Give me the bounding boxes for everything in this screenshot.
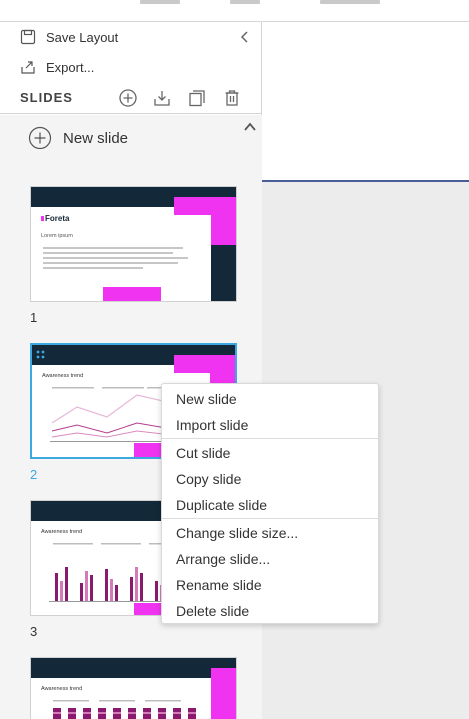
menu-divider bbox=[162, 518, 378, 519]
menu-item-delete-slide[interactable]: Delete slide bbox=[176, 602, 249, 620]
slide-4-bar-stripe bbox=[188, 712, 196, 714]
slides-title: SLIDES bbox=[20, 90, 73, 105]
slide-4-bar-stripe bbox=[128, 712, 136, 714]
slide-3-bar bbox=[140, 573, 143, 601]
collapse-panel-icon[interactable] bbox=[238, 30, 252, 44]
slide-4-heading: Awareness trend bbox=[41, 686, 82, 692]
menu-item-copy-slide[interactable]: Copy slide bbox=[176, 470, 241, 488]
scroll-up-icon[interactable] bbox=[243, 121, 257, 133]
duplicate-slide-icon[interactable] bbox=[187, 88, 207, 108]
context-menu: New slide Import slide Cut slide Copy sl… bbox=[161, 383, 379, 624]
slide-4-bar-stripe bbox=[158, 712, 166, 714]
blurred-text bbox=[320, 0, 380, 4]
slide-3-bar bbox=[55, 573, 58, 601]
slide-3-bar bbox=[135, 567, 138, 601]
slide-4-bar-stripe bbox=[173, 712, 181, 714]
slide-3-bar bbox=[85, 571, 88, 601]
slide-4-bar-stripe bbox=[83, 712, 91, 714]
slide-4-bar-stripe bbox=[143, 712, 151, 714]
slide-1-heading: Lorem ipsum bbox=[41, 233, 73, 239]
slide-3-bar bbox=[155, 581, 158, 601]
canvas-ruler bbox=[262, 22, 469, 48]
new-slide-button[interactable]: New slide bbox=[28, 126, 128, 150]
menu-divider bbox=[162, 438, 378, 439]
blurred-text bbox=[230, 0, 260, 4]
save-layout-button[interactable]: Save Layout bbox=[18, 29, 118, 45]
slide-2-heading: Awareness trend bbox=[42, 373, 83, 379]
menu-item-new-slide[interactable]: New slide bbox=[176, 390, 237, 408]
delete-slide-icon[interactable] bbox=[222, 88, 242, 108]
slide-3-bar bbox=[105, 569, 108, 601]
export-icon bbox=[18, 59, 38, 75]
slide-3-bar bbox=[115, 585, 118, 601]
menu-item-duplicate-slide[interactable]: Duplicate slide bbox=[176, 496, 267, 514]
save-layout-label: Save Layout bbox=[46, 29, 119, 45]
slide-thumbnail-1[interactable]: Foreta Lorem ipsum bbox=[30, 186, 237, 302]
top-strip bbox=[0, 0, 469, 22]
slide-4-bar-stripe bbox=[68, 712, 76, 714]
add-slide-icon[interactable] bbox=[118, 88, 138, 108]
slides-header: SLIDES bbox=[0, 82, 262, 114]
blurred-text bbox=[140, 0, 180, 4]
menu-item-rename-slide[interactable]: Rename slide bbox=[176, 576, 262, 594]
slide-3-bar bbox=[60, 581, 63, 601]
slide-1-logo: Foreta bbox=[45, 214, 70, 223]
slide-4-preview: Awareness trend bbox=[31, 658, 236, 719]
new-slide-label: New slide bbox=[63, 129, 129, 147]
menu-item-arrange-slide[interactable]: Arrange slide... bbox=[176, 550, 270, 568]
slide-3-heading: Awareness trend bbox=[41, 529, 82, 535]
slide-bottom-edge bbox=[262, 180, 469, 182]
menu-item-import-slide[interactable]: Import slide bbox=[176, 416, 248, 434]
slide-3-bar bbox=[80, 583, 83, 601]
slide-preview[interactable] bbox=[262, 48, 469, 182]
slide-3-bar bbox=[90, 575, 93, 601]
import-slide-icon[interactable] bbox=[152, 88, 172, 108]
slide-4-bar-stripe bbox=[98, 712, 106, 714]
slide-number-2: 2 bbox=[30, 467, 38, 482]
slide-4-bar-group bbox=[53, 708, 196, 719]
slide-3-bar bbox=[110, 579, 113, 601]
slide-3-bar bbox=[130, 577, 133, 601]
export-button[interactable]: Export... bbox=[18, 59, 94, 75]
slide-thumbnail-4[interactable]: Awareness trend bbox=[30, 657, 237, 719]
slide-4-bar-stripe bbox=[53, 712, 61, 714]
save-icon bbox=[18, 29, 38, 45]
slide-4-bar-stripe bbox=[113, 712, 121, 714]
plus-circle-icon bbox=[28, 126, 52, 150]
export-label: Export... bbox=[46, 59, 95, 75]
slide-1-preview: Foreta Lorem ipsum bbox=[31, 187, 236, 301]
menu-item-cut-slide[interactable]: Cut slide bbox=[176, 444, 230, 462]
slide-number-1: 1 bbox=[30, 310, 38, 325]
menu-item-change-slide-size[interactable]: Change slide size... bbox=[176, 524, 298, 542]
slide-3-bar bbox=[65, 567, 68, 601]
slide-number-3: 3 bbox=[30, 624, 38, 639]
